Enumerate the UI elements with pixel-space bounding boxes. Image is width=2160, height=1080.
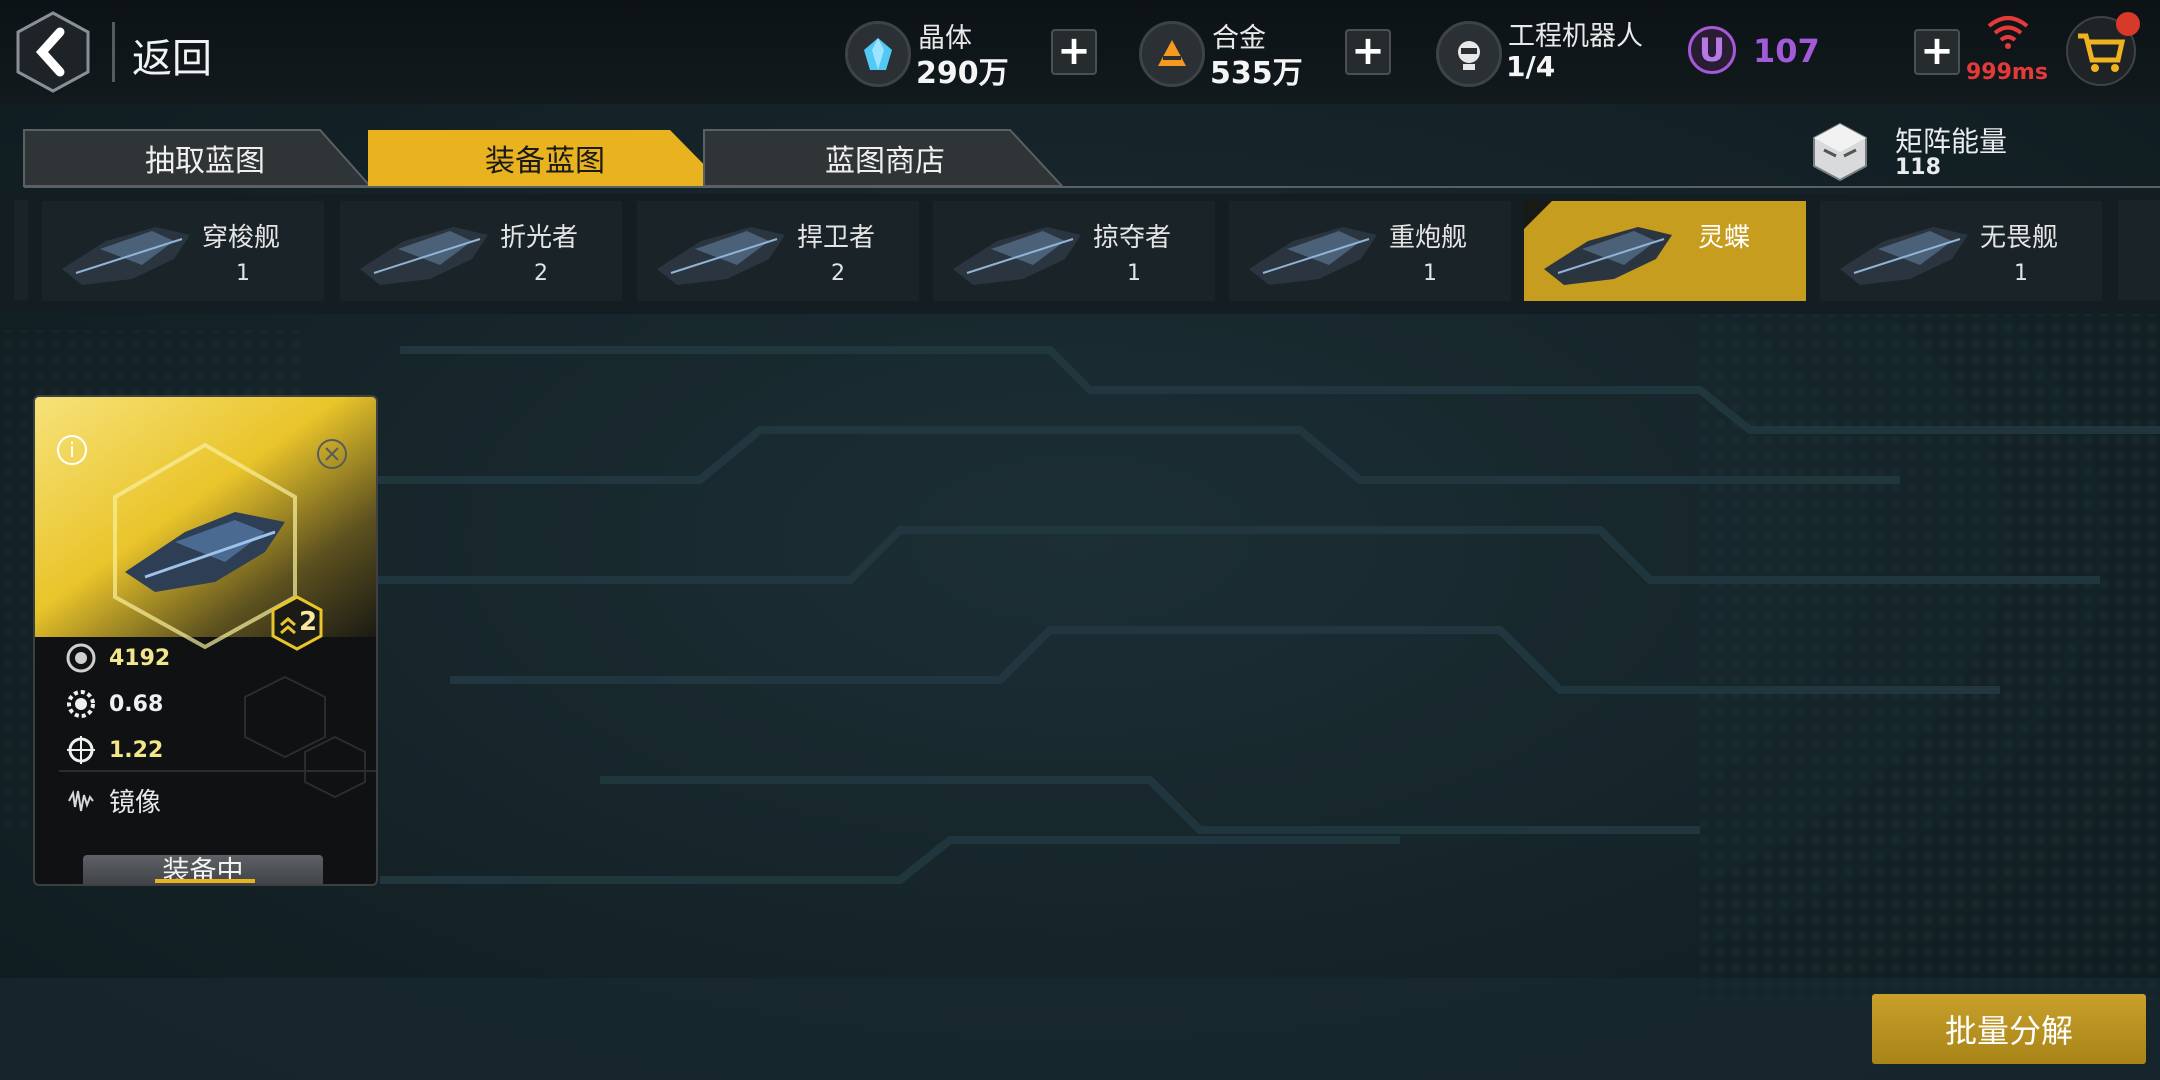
- crystal-icon: [845, 21, 911, 87]
- ship-name: 捍卫者: [797, 223, 876, 253]
- level-value: 2: [299, 607, 318, 637]
- ship-item[interactable]: 掠夺者 1: [933, 201, 1215, 301]
- ship-count: 1: [2014, 261, 2028, 286]
- crystal-value: 290万: [916, 56, 1009, 91]
- ship-item[interactable]: 灵蝶: [1524, 201, 1806, 301]
- robot-label: 工程机器人: [1508, 21, 1643, 52]
- ship-item[interactable]: 折光者 2: [340, 201, 622, 301]
- ship-strip-right-edge: [2118, 200, 2160, 300]
- ship-image: [1544, 227, 1672, 285]
- equipped-status-indicator: [155, 879, 255, 883]
- ship-image: [360, 227, 488, 285]
- ship-name: 掠夺者: [1093, 223, 1172, 253]
- tab-blueprint-shop[interactable]: 蓝图商店: [715, 130, 1055, 186]
- ship-item[interactable]: 无畏舰 1: [1820, 201, 2102, 301]
- matrix-energy-icon: [1813, 122, 1867, 182]
- ship-item[interactable]: 穿梭舰 1: [42, 201, 324, 301]
- premium-currency-icon: U: [1688, 26, 1736, 74]
- rate-value: 0.68: [109, 691, 164, 717]
- ship-name: 灵蝶: [1698, 223, 1751, 253]
- ship-count: 1: [236, 261, 250, 286]
- close-icon[interactable]: [315, 437, 349, 471]
- back-button[interactable]: [14, 10, 92, 94]
- ship-image: [62, 227, 190, 285]
- ship-item[interactable]: 重炮舰 1: [1229, 201, 1511, 301]
- card-ship-image: [125, 512, 285, 592]
- ship-image: [1249, 227, 1377, 285]
- alloy-value: 535万: [1210, 56, 1303, 91]
- ship-name: 无畏舰: [1980, 223, 2059, 253]
- ship-strip-left-edge: [14, 200, 28, 300]
- robot-value: 1/4: [1506, 50, 1556, 83]
- blueprint-card[interactable]: i 2 4192 0.68 1.22 镜像 装备中: [33, 395, 378, 886]
- ship-count: 1: [1423, 261, 1437, 286]
- power-value: 4192: [109, 645, 171, 671]
- ship-count: 2: [831, 261, 845, 286]
- robot-icon: [1436, 21, 1502, 87]
- level-badge: 2: [271, 595, 323, 651]
- alloy-icon: [1139, 21, 1205, 87]
- add-alloy-button[interactable]: +: [1345, 29, 1391, 75]
- ship-image: [953, 227, 1081, 285]
- ship-name: 重炮舰: [1389, 223, 1468, 253]
- ship-count: 2: [534, 261, 548, 286]
- ship-count: 1: [1127, 261, 1141, 286]
- ping-text: 999ms: [1966, 60, 2048, 85]
- gear-icon: [67, 690, 95, 718]
- crosshair-icon: [67, 736, 95, 764]
- trait-label: 镜像: [109, 788, 162, 818]
- matrix-energy-value: 118: [1895, 155, 1941, 180]
- add-crystal-button[interactable]: +: [1051, 29, 1097, 75]
- premium-currency-value: 107: [1753, 32, 1820, 70]
- add-premium-button[interactable]: +: [1914, 29, 1960, 75]
- tab-draw-blueprint[interactable]: 抽取蓝图: [40, 130, 370, 186]
- wifi-icon: [1987, 16, 2029, 49]
- ship-name: 折光者: [500, 223, 579, 253]
- tab-equip-blueprint[interactable]: 装备蓝图: [380, 130, 710, 186]
- batch-decompose-button[interactable]: 批量分解: [1872, 994, 2146, 1064]
- header-divider: [112, 22, 115, 82]
- stat-row-trait: 镜像: [65, 782, 161, 819]
- selected-corner-marker: [1524, 201, 1552, 229]
- ship-name: 穿梭舰: [202, 223, 281, 253]
- notification-badge: [2116, 12, 2140, 36]
- mirror-icon: [68, 789, 94, 811]
- ship-image: [657, 227, 785, 285]
- tab-underline: [24, 186, 2160, 188]
- stat-row-rate: 0.68: [65, 688, 163, 720]
- info-button[interactable]: i: [57, 435, 87, 465]
- matrix-energy-label: 矩阵能量: [1895, 125, 2008, 158]
- power-icon: [66, 643, 96, 673]
- stat-row-power: 4192: [65, 642, 170, 674]
- ship-item[interactable]: 捍卫者 2: [637, 201, 919, 301]
- ship-image: [1840, 227, 1968, 285]
- accuracy-value: 1.22: [109, 737, 164, 763]
- stat-row-accuracy: 1.22: [65, 734, 163, 766]
- back-label: 返回: [132, 36, 212, 82]
